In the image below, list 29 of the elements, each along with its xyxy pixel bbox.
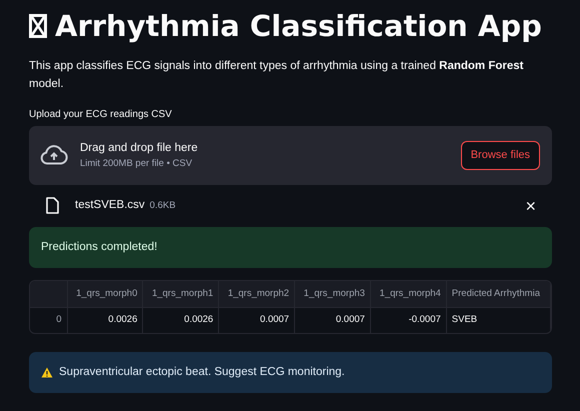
file-size: 0.6KB: [150, 199, 176, 214]
alert-message: Supraventricular ectopic beat. Suggest ECG monitoring.: [59, 364, 345, 380]
table-cell: 0.0007: [218, 308, 295, 333]
table-cell: 0.0007: [294, 308, 370, 333]
browse-files-button[interactable]: Browse files: [460, 141, 540, 170]
warning-icon: [41, 366, 53, 378]
upload-limit-text: Limit 200MB per file • CSV: [80, 156, 194, 171]
app-title: Arrhythmia Classification App: [55, 8, 542, 44]
table-cell: -0.0007: [370, 308, 446, 333]
column-header: 1_qrs_morph0: [67, 280, 143, 308]
file-icon: [46, 197, 59, 214]
column-header: 1_qrs_morph1: [142, 280, 219, 308]
column-header: 1_qrs_morph2: [218, 280, 295, 308]
app-description: This app classifies ECG signals into different types of arrhythmia using a trained Random Forest model.: [29, 59, 524, 92]
row-index: 0: [30, 308, 67, 333]
missing-glyph-icon: [29, 14, 47, 38]
remove-file-button[interactable]: ×: [523, 196, 538, 215]
dropzone-instruction: Drag and drop file here: [80, 140, 199, 156]
upload-label: Upload your ECG readings CSV: [29, 108, 173, 122]
table-cell: 0.0026: [67, 308, 143, 333]
file-name: testSVEB.csv: [75, 198, 145, 214]
table-cell: SVEB: [446, 308, 550, 333]
table-cell: 0.0026: [142, 308, 219, 333]
column-header: Predicted Arrhythmia: [446, 280, 550, 308]
column-header: 1_qrs_morph3: [294, 280, 370, 308]
cloud-upload-icon: [40, 145, 68, 166]
file-dropzone[interactable]: Drag and drop file here Limit 200MB per file • CSV Browse files: [29, 126, 552, 185]
alert-message: Predictions completed!: [41, 240, 158, 255]
column-header: 1_qrs_morph4: [370, 280, 446, 308]
